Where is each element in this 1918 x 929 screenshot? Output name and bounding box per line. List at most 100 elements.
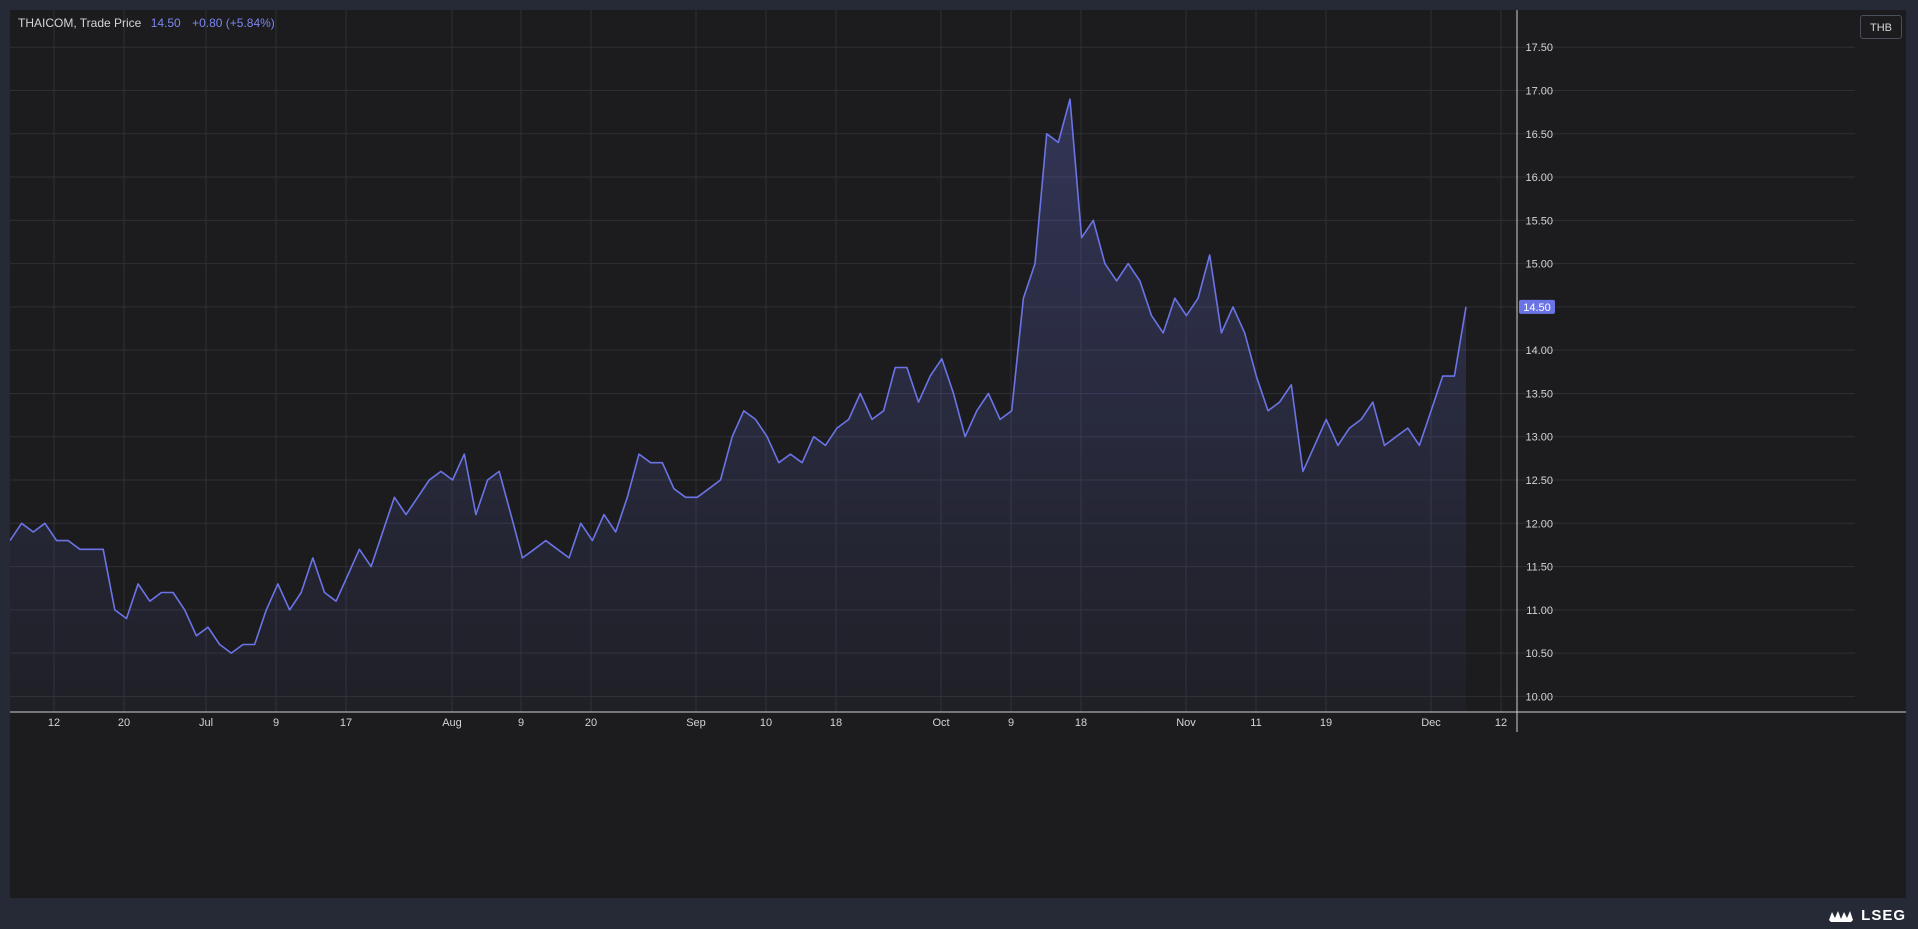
price-point[interactable]	[684, 495, 688, 499]
price-chart[interactable]: 10.00 10.50 11.00 11.50 12.00 12.50 13.00 13.50…	[10, 10, 1906, 898]
price-point[interactable]	[1348, 426, 1352, 430]
price-point[interactable]	[788, 452, 792, 456]
price-point[interactable]	[544, 539, 548, 543]
price-point[interactable]	[427, 478, 431, 482]
price-point[interactable]	[567, 556, 571, 560]
price-point[interactable]	[124, 617, 128, 621]
price-point[interactable]	[1184, 314, 1188, 318]
price-point[interactable]	[1173, 296, 1177, 300]
price-point[interactable]	[1056, 140, 1060, 144]
price-point[interactable]	[835, 426, 839, 430]
price-point[interactable]	[416, 495, 420, 499]
price-point[interactable]	[1208, 253, 1212, 257]
price-point[interactable]	[159, 591, 163, 595]
price-point[interactable]	[148, 599, 152, 603]
price-point[interactable]	[975, 409, 979, 413]
price-point[interactable]	[963, 435, 967, 439]
price-point[interactable]	[1068, 97, 1072, 101]
currency-button[interactable]: THB	[1860, 15, 1902, 39]
price-point[interactable]	[101, 547, 105, 551]
price-point[interactable]	[765, 435, 769, 439]
price-point[interactable]	[928, 374, 932, 378]
price-point[interactable]	[777, 461, 781, 465]
price-point[interactable]	[637, 452, 641, 456]
price-point[interactable]	[55, 539, 59, 543]
price-point[interactable]	[1359, 417, 1363, 421]
price-point[interactable]	[1406, 426, 1410, 430]
price-point[interactable]	[753, 417, 757, 421]
price-point[interactable]	[940, 357, 944, 361]
price-point[interactable]	[136, 582, 140, 586]
price-point[interactable]	[660, 461, 664, 465]
price-point[interactable]	[602, 513, 606, 517]
price-point[interactable]	[474, 513, 478, 517]
price-point[interactable]	[1371, 400, 1375, 404]
price-point[interactable]	[1429, 409, 1433, 413]
price-point[interactable]	[311, 556, 315, 560]
price-point[interactable]	[1126, 262, 1130, 266]
price-point[interactable]	[1324, 417, 1328, 421]
price-point[interactable]	[1103, 262, 1107, 266]
price-point[interactable]	[1254, 374, 1258, 378]
price-point[interactable]	[1313, 443, 1317, 447]
price-point[interactable]	[486, 478, 490, 482]
price-point[interactable]	[288, 608, 292, 612]
price-point[interactable]	[43, 521, 47, 525]
price-point[interactable]	[1219, 331, 1223, 335]
price-point[interactable]	[719, 478, 723, 482]
price-point[interactable]	[322, 591, 326, 595]
price-point[interactable]	[521, 556, 525, 560]
price-point[interactable]	[625, 495, 629, 499]
price-point[interactable]	[392, 495, 396, 499]
price-point[interactable]	[614, 530, 618, 534]
price-point[interactable]	[229, 651, 233, 655]
price-point[interactable]	[986, 391, 990, 395]
price-point[interactable]	[695, 495, 699, 499]
price-point[interactable]	[404, 513, 408, 517]
price-point[interactable]	[357, 547, 361, 551]
price-point[interactable]	[1161, 331, 1165, 335]
price-point[interactable]	[113, 608, 117, 612]
price-point[interactable]	[847, 417, 851, 421]
price-point[interactable]	[509, 513, 513, 517]
price-point[interactable]	[1441, 374, 1445, 378]
price-point[interactable]	[1394, 435, 1398, 439]
price-point[interactable]	[917, 400, 921, 404]
price-point[interactable]	[253, 642, 257, 646]
price-point[interactable]	[1417, 443, 1421, 447]
price-point[interactable]	[31, 530, 35, 534]
price-point[interactable]	[20, 521, 24, 525]
price-point[interactable]	[183, 608, 187, 612]
price-point[interactable]	[1464, 305, 1468, 309]
price-point[interactable]	[462, 452, 466, 456]
price-point[interactable]	[1010, 409, 1014, 413]
price-point[interactable]	[1301, 469, 1305, 473]
price-point[interactable]	[1021, 296, 1025, 300]
price-point[interactable]	[1080, 236, 1084, 240]
price-point[interactable]	[1033, 262, 1037, 266]
price-point[interactable]	[893, 365, 897, 369]
price-point[interactable]	[1138, 279, 1142, 283]
price-point[interactable]	[742, 409, 746, 413]
price-point[interactable]	[1278, 400, 1282, 404]
price-point[interactable]	[555, 547, 559, 551]
price-point[interactable]	[1243, 331, 1247, 335]
price-point[interactable]	[1382, 443, 1386, 447]
price-point[interactable]	[369, 565, 373, 569]
price-point[interactable]	[1091, 218, 1095, 222]
price-point[interactable]	[241, 642, 245, 646]
price-point[interactable]	[649, 461, 653, 465]
price-point[interactable]	[870, 417, 874, 421]
chart-panel[interactable]: 10.00 10.50 11.00 11.50 12.00 12.50 13.00 13.50…	[10, 10, 1906, 898]
price-point[interactable]	[381, 530, 385, 534]
price-point[interactable]	[299, 591, 303, 595]
price-point[interactable]	[858, 391, 862, 395]
price-point[interactable]	[998, 417, 1002, 421]
price-point[interactable]	[171, 591, 175, 595]
price-point[interactable]	[800, 461, 804, 465]
price-point[interactable]	[66, 539, 70, 543]
price-point[interactable]	[90, 547, 94, 551]
price-point[interactable]	[264, 608, 268, 612]
price-point[interactable]	[346, 573, 350, 577]
price-point[interactable]	[497, 469, 501, 473]
